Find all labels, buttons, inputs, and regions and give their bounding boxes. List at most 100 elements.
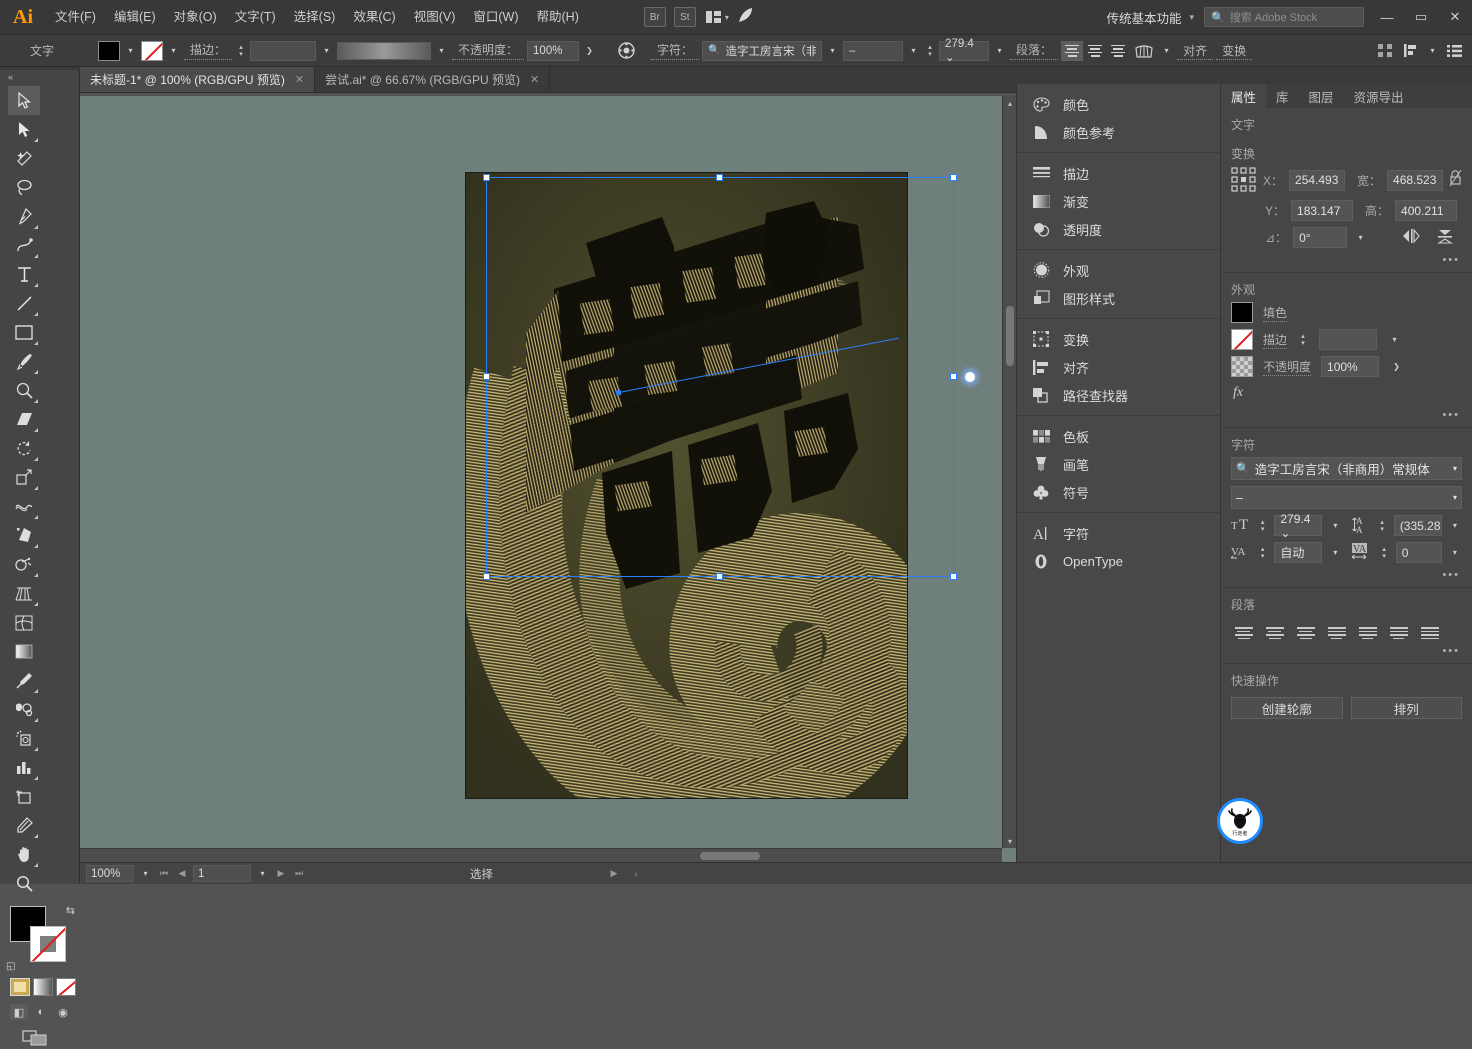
align-options-icon[interactable] bbox=[1399, 40, 1423, 62]
direct-selection-tool[interactable] bbox=[8, 115, 40, 144]
vertical-scroll-thumb[interactable] bbox=[1006, 306, 1014, 366]
next-artboard-button[interactable]: ▶ bbox=[274, 865, 288, 883]
artboard-tool[interactable] bbox=[8, 782, 40, 811]
color-mode-button[interactable] bbox=[10, 978, 30, 996]
dock-item-symbols[interactable]: 符号 bbox=[1017, 478, 1220, 506]
warp-chevron-icon[interactable]: ▾ bbox=[1159, 41, 1174, 61]
dock-item-character[interactable]: A 字符 bbox=[1017, 519, 1220, 547]
horizontal-scrollbar[interactable] bbox=[80, 848, 1002, 862]
align-panel-link[interactable]: 对齐 bbox=[1177, 42, 1214, 60]
bridge-button[interactable]: Br bbox=[643, 7, 666, 27]
font-size-stepper[interactable]: ▴ ▾ bbox=[924, 41, 936, 61]
menu-view[interactable]: 视图(V) bbox=[405, 0, 465, 35]
stock-button[interactable]: St bbox=[673, 7, 696, 27]
dock-item-opentype[interactable]: OpenType bbox=[1017, 547, 1220, 575]
dock-item-graphic-styles[interactable]: 图形样式 bbox=[1017, 284, 1220, 312]
maximize-button[interactable]: ▭ bbox=[1404, 0, 1438, 35]
dock-item-stroke[interactable]: 描边 bbox=[1017, 159, 1220, 187]
slice-tool[interactable] bbox=[8, 811, 40, 840]
paragraph-justify-last-left-button[interactable] bbox=[1322, 621, 1351, 645]
x-input[interactable]: 254.493 bbox=[1289, 169, 1345, 191]
stock-search-input[interactable]: 🔍 搜索 Adobe Stock bbox=[1204, 7, 1364, 27]
perspective-grid-tool[interactable] bbox=[8, 579, 40, 608]
appearance-opacity-swatch[interactable] bbox=[1231, 356, 1253, 377]
paragraph-align-center-button[interactable] bbox=[1260, 621, 1289, 645]
stroke-profile-chevron-icon[interactable]: ▾ bbox=[434, 41, 449, 61]
close-icon[interactable]: ✕ bbox=[530, 73, 539, 86]
opacity-expand-icon[interactable]: ❯ bbox=[582, 41, 597, 61]
draw-inside-button[interactable]: ◉ bbox=[54, 1004, 72, 1020]
tab-asset-export[interactable]: 资源导出 bbox=[1344, 84, 1414, 108]
font-style-chevron-icon[interactable]: ▾ bbox=[906, 41, 921, 61]
feather-icon[interactable] bbox=[738, 7, 754, 27]
chevron-down-icon[interactable]: ▾ bbox=[1453, 464, 1457, 473]
transform-more-options[interactable]: ••• bbox=[1221, 254, 1472, 270]
angle-input[interactable]: 0° bbox=[1293, 227, 1348, 248]
align-center-button[interactable] bbox=[1084, 41, 1106, 61]
character-font-size-input[interactable]: 279.4 ⌄ bbox=[1274, 512, 1323, 540]
text-warp-icon[interactable] bbox=[1132, 40, 1156, 62]
kerning-stepper[interactable]: ▴ ▾ bbox=[1257, 543, 1268, 563]
vertical-scrollbar[interactable]: ▴ ▾ bbox=[1002, 96, 1016, 848]
swap-fill-stroke-icon[interactable]: ⇆ bbox=[66, 904, 75, 917]
zoom-chevron-icon[interactable]: ▾ bbox=[138, 864, 153, 884]
paragraph-label[interactable]: 段落： bbox=[1010, 41, 1059, 60]
align-right-button[interactable] bbox=[1107, 41, 1129, 61]
paintbrush-tool[interactable] bbox=[8, 347, 40, 376]
symbol-sprayer-tool[interactable] bbox=[8, 724, 40, 753]
font-family-select[interactable]: 🔍 造字工房言宋（非… bbox=[702, 40, 823, 61]
menu-file[interactable]: 文件(F) bbox=[46, 0, 105, 35]
dock-item-transparency[interactable]: 透明度 bbox=[1017, 215, 1220, 243]
height-input[interactable]: 400.211 bbox=[1395, 200, 1458, 221]
free-transform-tool[interactable] bbox=[8, 521, 40, 550]
font-size-input[interactable]: 279.4 ⌄ bbox=[939, 38, 990, 64]
appearance-more-options[interactable]: ••• bbox=[1221, 409, 1472, 425]
dock-item-pathfinder[interactable]: 路径查找器 bbox=[1017, 381, 1220, 409]
character-more-options[interactable]: ••• bbox=[1221, 569, 1472, 585]
align-options-chevron-icon[interactable]: ▾ bbox=[1425, 41, 1440, 61]
chevron-down-icon[interactable]: ▾ bbox=[1453, 493, 1457, 502]
scroll-down-icon[interactable]: ▾ bbox=[1003, 834, 1016, 848]
mesh-tool[interactable] bbox=[8, 608, 40, 637]
prev-artboard-button[interactable]: ◀ bbox=[175, 865, 189, 883]
appearance-stroke-swatch[interactable] bbox=[1231, 329, 1253, 350]
line-segment-tool[interactable] bbox=[8, 289, 40, 318]
artboard-chevron-icon[interactable]: ▾ bbox=[255, 864, 270, 884]
scale-tool[interactable] bbox=[8, 463, 40, 492]
selection-handle-middle-right[interactable] bbox=[950, 373, 957, 380]
column-graph-tool[interactable] bbox=[8, 753, 40, 782]
pen-tool[interactable] bbox=[8, 202, 40, 231]
paragraph-justify-last-right-button[interactable] bbox=[1384, 621, 1413, 645]
flip-vertical-icon[interactable] bbox=[1436, 228, 1454, 247]
chevron-down-icon[interactable]: ▾ bbox=[1448, 516, 1462, 536]
character-label[interactable]: 字符： bbox=[651, 41, 700, 60]
appearance-opacity-input[interactable]: 100% bbox=[1321, 356, 1380, 377]
reference-point-grid[interactable] bbox=[1231, 166, 1257, 194]
selection-handle-bottom-right[interactable] bbox=[950, 573, 957, 580]
workspace-selector[interactable]: 传统基本功能 bbox=[1102, 8, 1185, 27]
stroke-weight-stepper[interactable]: ▴ ▾ bbox=[235, 41, 247, 61]
stroke-chevron-icon[interactable]: ▾ bbox=[166, 41, 181, 61]
dock-item-swatches[interactable]: 色板 bbox=[1017, 422, 1220, 450]
character-font-style-select[interactable]: – ▾ bbox=[1231, 486, 1462, 509]
flip-horizontal-icon[interactable] bbox=[1402, 228, 1420, 247]
canvas-area[interactable]: ▴ ▾ bbox=[80, 96, 1016, 862]
transform-panel-link[interactable]: 变换 bbox=[1216, 42, 1253, 60]
dock-item-appearance[interactable]: 外观 bbox=[1017, 256, 1220, 284]
font-style-select[interactable]: – bbox=[843, 40, 904, 61]
rotation-handle[interactable] bbox=[965, 372, 975, 382]
dock-item-color-guide[interactable]: 颜色参考 bbox=[1017, 118, 1220, 146]
menu-type[interactable]: 文字(T) bbox=[226, 0, 285, 35]
dock-item-align[interactable]: 对齐 bbox=[1017, 353, 1220, 381]
document-tab-1[interactable]: 未标题-1* @ 100% (RGB/GPU 预览) ✕ bbox=[80, 67, 316, 92]
tab-properties[interactable]: 属性 bbox=[1221, 84, 1267, 108]
tab-libraries[interactable]: 库 bbox=[1266, 84, 1299, 108]
toolbar-stroke-swatch[interactable] bbox=[30, 926, 66, 962]
paragraph-align-left-button[interactable] bbox=[1229, 621, 1258, 645]
recolor-artwork-icon[interactable] bbox=[614, 40, 638, 62]
eraser-tool[interactable] bbox=[8, 405, 40, 434]
first-artboard-button[interactable]: ⏮ bbox=[157, 865, 171, 883]
stroke-swatch[interactable] bbox=[141, 40, 163, 61]
dock-item-brushes[interactable]: 画笔 bbox=[1017, 450, 1220, 478]
width-tool[interactable] bbox=[8, 492, 40, 521]
